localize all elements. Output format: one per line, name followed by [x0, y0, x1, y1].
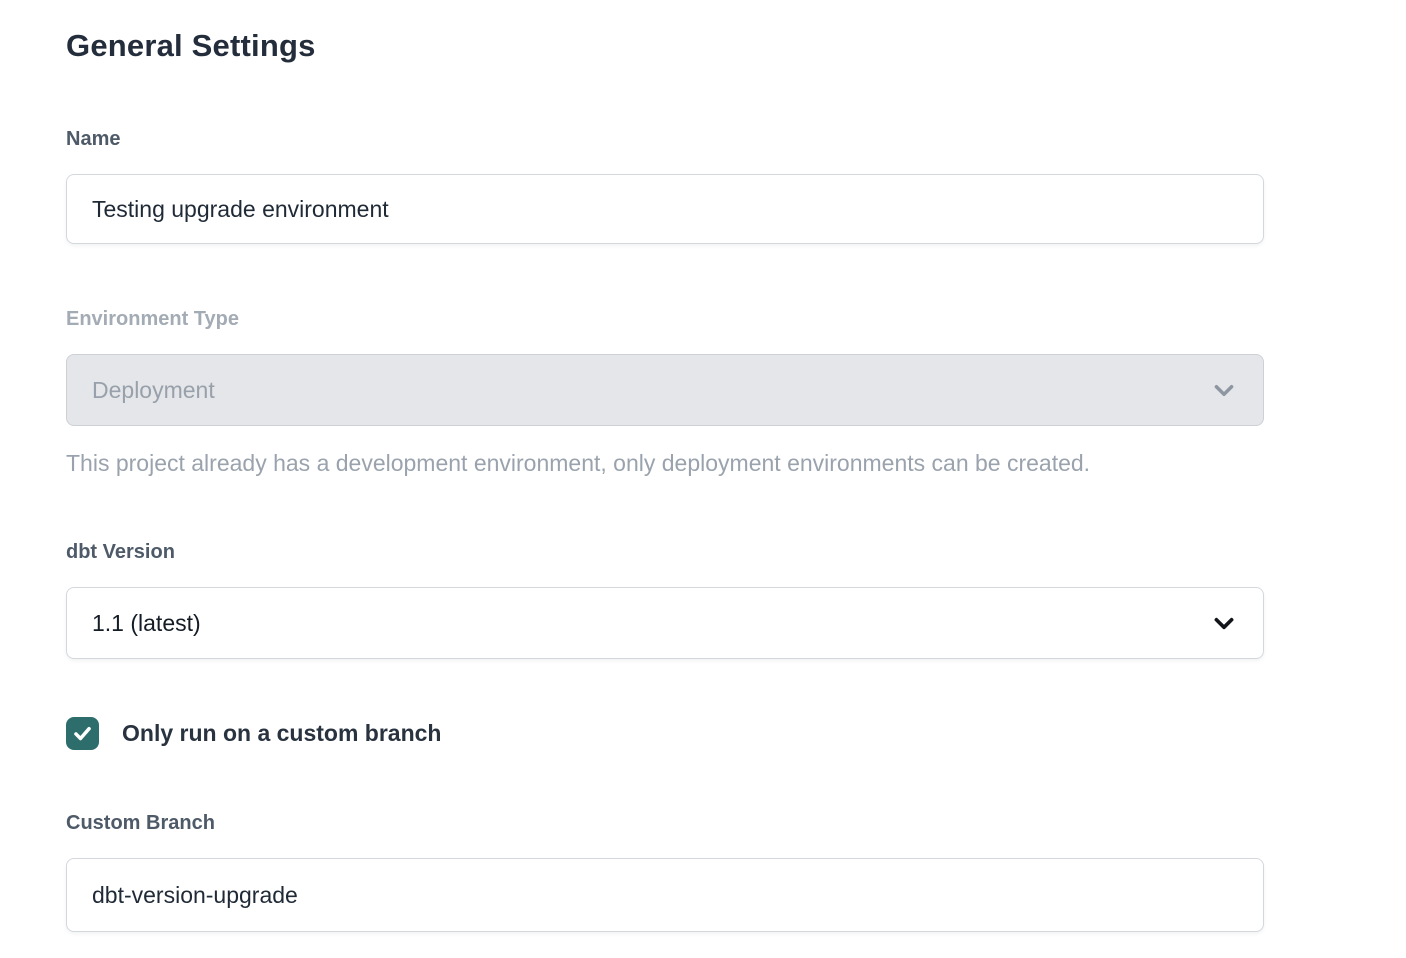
- custom-branch-input[interactable]: [66, 858, 1264, 932]
- name-input[interactable]: [66, 174, 1264, 244]
- custom-branch-checkbox-label[interactable]: Only run on a custom branch: [122, 720, 441, 747]
- chevron-down-icon: [1211, 377, 1237, 403]
- custom-branch-field-group: Custom Branch: [66, 812, 1264, 932]
- dbt-version-field-group: dbt Version 1.1 (latest): [66, 541, 1264, 659]
- chevron-down-icon: [1211, 610, 1237, 636]
- environment-type-select: Deployment: [66, 354, 1264, 426]
- dbt-version-label: dbt Version: [66, 541, 1264, 564]
- dbt-version-select[interactable]: 1.1 (latest): [66, 587, 1264, 659]
- custom-branch-checkbox-row[interactable]: Only run on a custom branch: [66, 717, 1264, 750]
- custom-branch-label: Custom Branch: [66, 812, 1264, 835]
- page-title: General Settings: [66, 28, 1264, 64]
- general-settings-panel: General Settings Name Environment Type D…: [0, 0, 1264, 932]
- name-label: Name: [66, 128, 1264, 151]
- checkmark-icon: [72, 723, 93, 744]
- environment-type-value: Deployment: [92, 377, 215, 404]
- environment-type-help-text: This project already has a development e…: [66, 450, 1264, 477]
- custom-branch-checkbox[interactable]: [66, 717, 99, 750]
- environment-type-field-group: Environment Type Deployment This project…: [66, 308, 1264, 477]
- name-field-group: Name: [66, 128, 1264, 244]
- environment-type-label: Environment Type: [66, 308, 1264, 331]
- dbt-version-value: 1.1 (latest): [92, 610, 201, 637]
